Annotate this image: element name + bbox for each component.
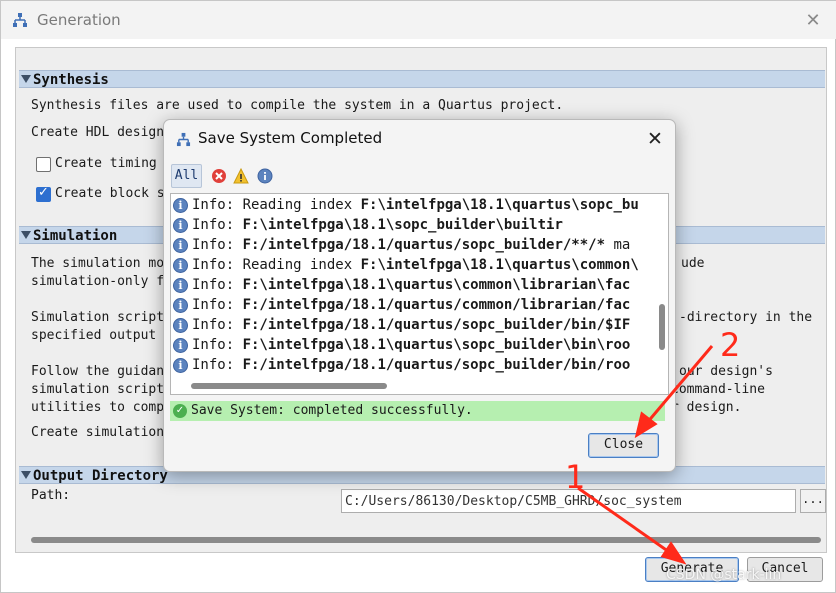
annotation-marker-2: 2 — [720, 326, 741, 364]
info-icon: i — [173, 338, 188, 353]
simulation-text-fragment: ude — [681, 256, 705, 271]
title-bar: Generation ✕ — [1, 1, 836, 39]
window-title: Generation — [37, 11, 121, 29]
simulation-text-fragment: command-line — [671, 382, 765, 397]
log-row: i Info: F:\intelfpga\18.1\sopc_builder\b… — [173, 216, 653, 236]
vertical-scrollbar-thumb[interactable] — [659, 304, 665, 350]
annotation-marker-1: 1 — [565, 458, 586, 496]
create-block-symbol-label: Create block s — [55, 186, 165, 201]
message-log[interactable]: i Info: Reading index F:\intelfpga\18.1\… — [170, 193, 669, 395]
message-filter-bar: All — [171, 161, 273, 189]
simulation-text-fragment: r design. — [671, 400, 742, 415]
close-icon: ✕ — [647, 128, 663, 150]
log-row: i Info: F:/intelfpga/18.1/quartus/sopc_b… — [173, 236, 653, 256]
simulation-text-line: The simulation mo — [31, 256, 165, 271]
log-row: i Info: F:\intelfpga\18.1\quartus\sopc_b… — [173, 336, 653, 356]
simulation-text-line: specified output — [31, 328, 157, 343]
browse-button[interactable]: ... — [800, 489, 826, 513]
info-icon: i — [173, 318, 188, 333]
watermark: CSDN @stark-lin — [666, 567, 782, 583]
info-filter-icon[interactable] — [257, 168, 273, 184]
hierarchy-icon — [176, 132, 191, 147]
simulation-text-fragment: -directory in the — [679, 310, 813, 325]
horizontal-scrollbar[interactable] — [31, 537, 821, 543]
status-message: Save System: completed successfully. — [191, 403, 473, 418]
simulation-text-line: Create simulation — [31, 425, 165, 440]
info-icon: i — [173, 218, 188, 233]
simulation-text-line: Simulation script — [31, 310, 165, 325]
log-row: i Info: Reading index F:\intelfpga\18.1\… — [173, 256, 653, 276]
info-icon: i — [173, 198, 188, 213]
collapse-triangle-icon — [21, 231, 31, 239]
error-filter-icon[interactable] — [211, 168, 227, 184]
log-row: i Info: F:\intelfpga\18.1\quartus\common… — [173, 276, 653, 296]
create-hdl-label: Create HDL design — [31, 125, 165, 140]
create-block-symbol-checkbox[interactable] — [36, 185, 51, 202]
save-system-dialog: Save System Completed ✕ All i Info: Read… — [163, 119, 676, 472]
simulation-text-line: simulation script — [31, 382, 165, 397]
check-icon: ✓ — [173, 404, 187, 418]
hierarchy-icon — [13, 13, 27, 27]
create-timing-label: Create timing — [55, 156, 157, 171]
simulation-text-line: simulation-only f — [31, 274, 165, 289]
warning-filter-icon[interactable] — [233, 168, 249, 184]
dialog-title: Save System Completed — [198, 129, 383, 147]
simulation-text-fragment: our design's — [679, 364, 773, 379]
synthesis-section-header[interactable]: Synthesis — [19, 70, 825, 88]
simulation-text-line: utilities to comp — [31, 400, 165, 415]
info-icon: i — [173, 238, 188, 253]
info-icon: i — [173, 278, 188, 293]
filter-all-button[interactable]: All — [171, 164, 202, 188]
collapse-triangle-icon — [21, 471, 31, 479]
log-row: i Info: F:/intelfpga/18.1/quartus/common… — [173, 296, 653, 316]
log-row: i Info: F:/intelfpga/18.1/quartus/sopc_b… — [173, 316, 653, 336]
info-icon: i — [173, 358, 188, 373]
info-icon: i — [173, 298, 188, 313]
close-icon: ✕ — [805, 9, 821, 31]
simulation-text-line: Follow the guidan — [31, 364, 165, 379]
horizontal-scrollbar-thumb[interactable] — [191, 383, 387, 389]
log-row: i Info: Reading index F:\intelfpga\18.1\… — [173, 196, 653, 216]
collapse-triangle-icon — [21, 75, 31, 83]
dialog-close-button[interactable]: ✕ — [640, 125, 670, 153]
status-bar: ✓ Save System: completed successfully. — [170, 401, 665, 421]
synthesis-description: Synthesis files are used to compile the … — [31, 98, 564, 113]
create-timing-checkbox[interactable] — [36, 157, 51, 172]
window-close-button[interactable]: ✕ — [797, 5, 829, 35]
dialog-close-action-button[interactable]: Close — [588, 433, 659, 458]
log-row: i Info: F:/intelfpga/18.1/quartus/sopc_b… — [173, 356, 653, 376]
path-label: Path: — [31, 488, 71, 503]
info-icon: i — [173, 258, 188, 273]
